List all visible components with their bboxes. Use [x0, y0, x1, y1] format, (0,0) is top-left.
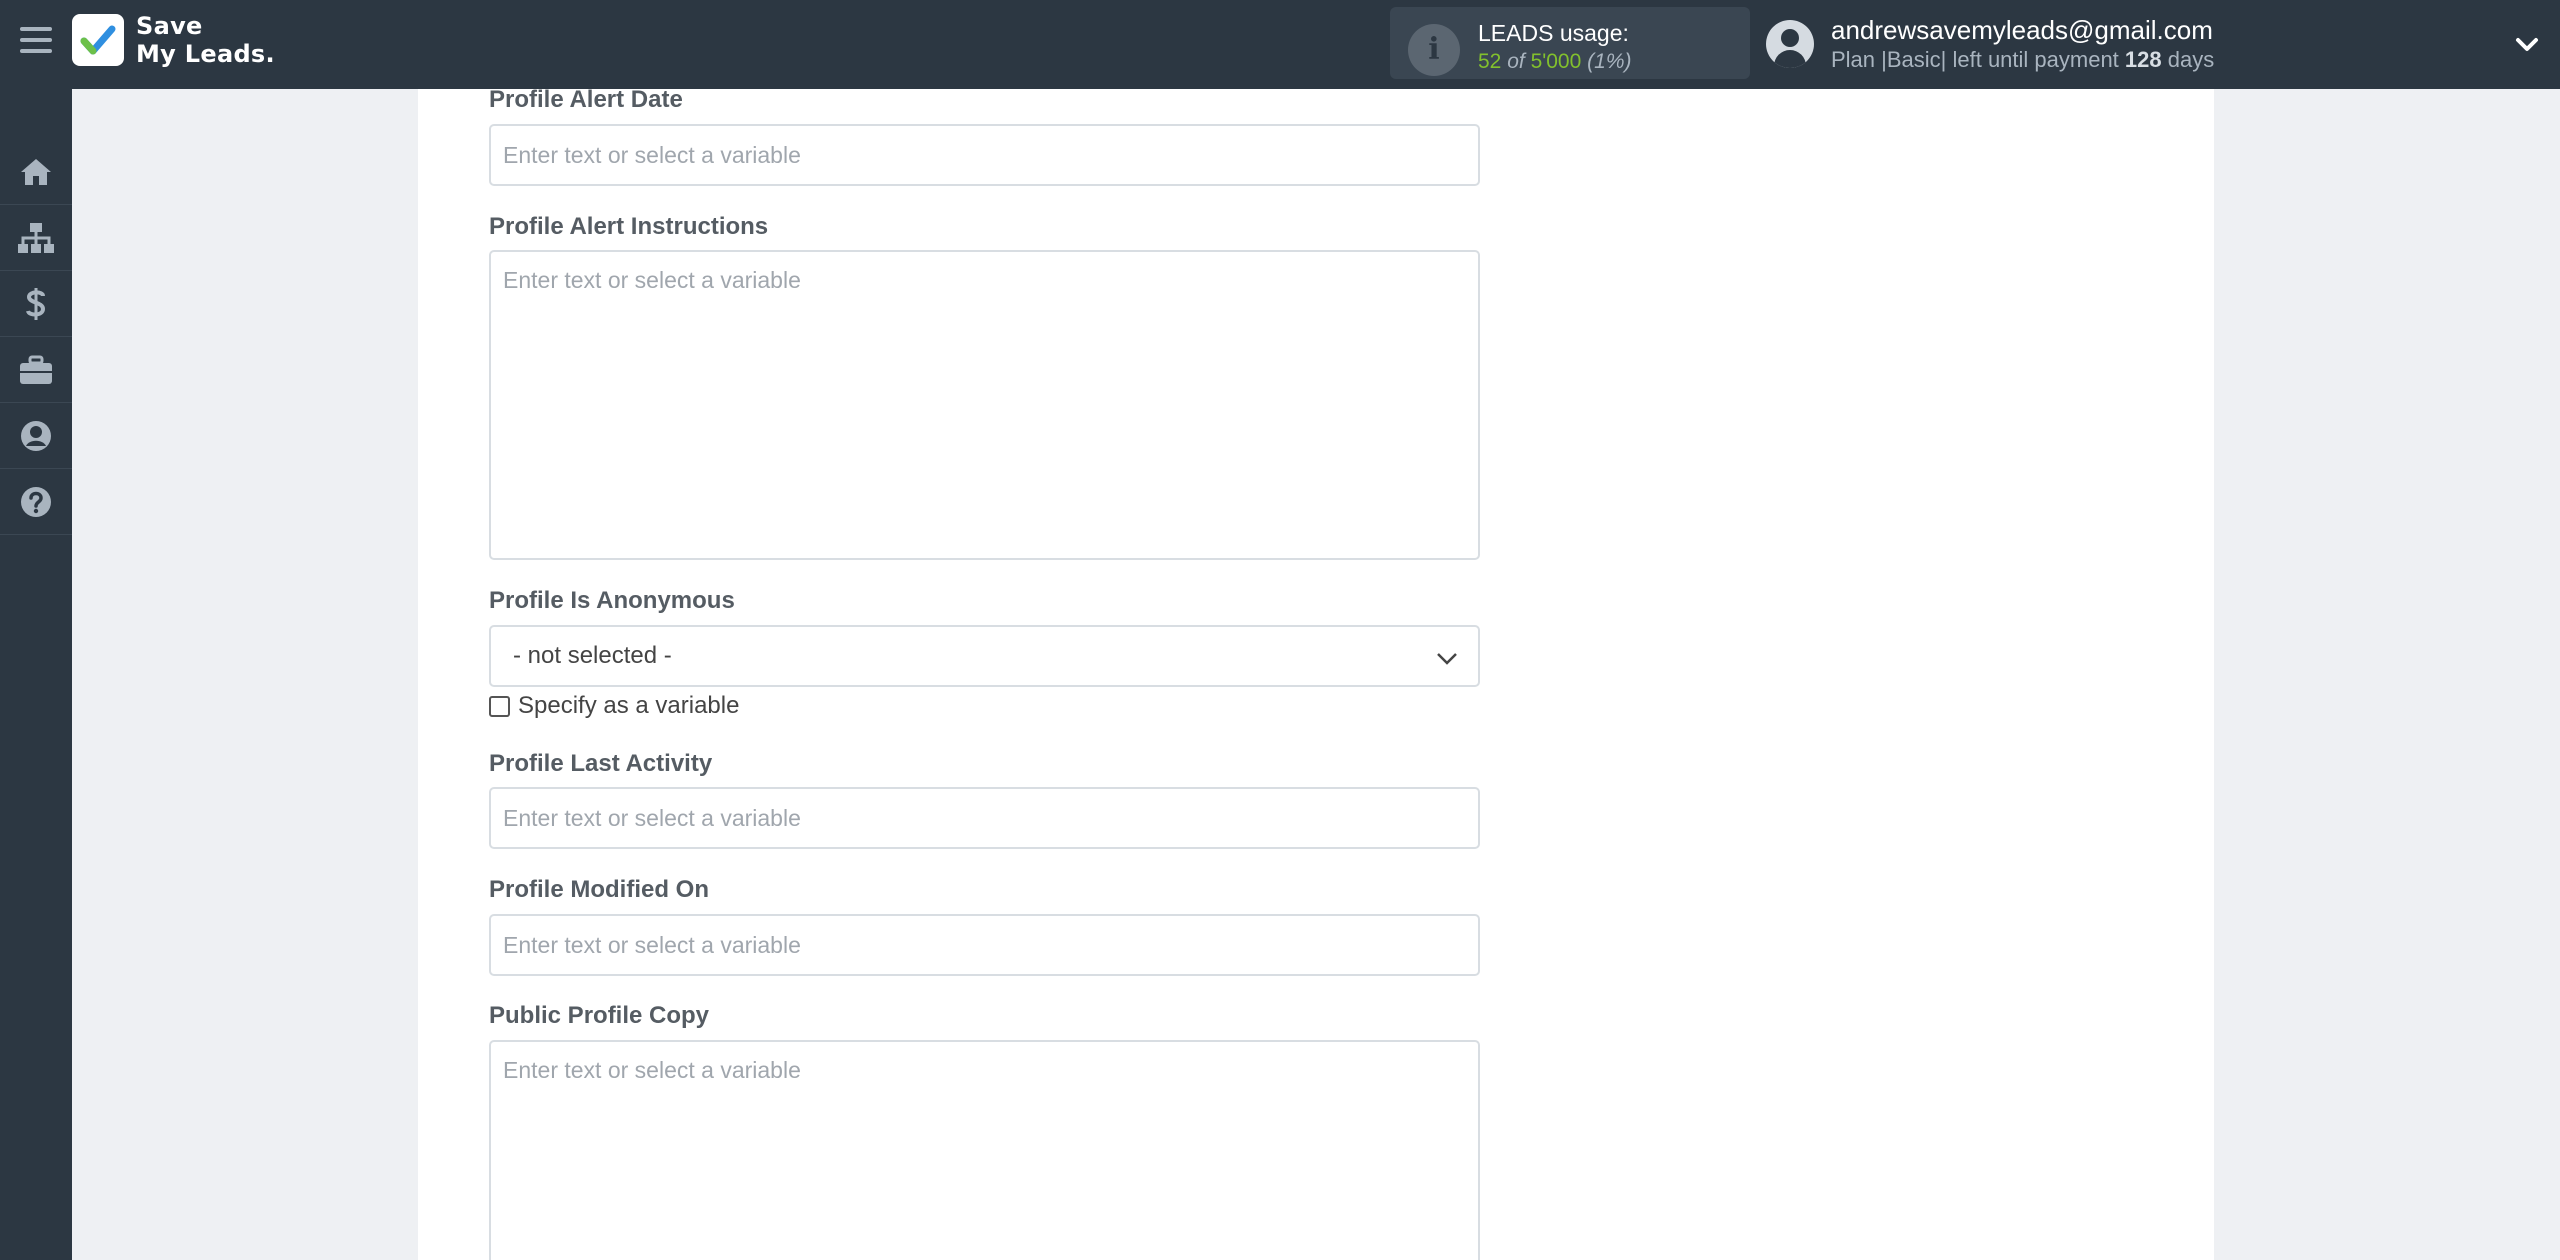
info-icon: i — [1408, 24, 1460, 76]
plan-days-suffix: days — [2161, 47, 2215, 72]
briefcase-icon — [20, 355, 52, 384]
leads-usage-panel: i LEADS usage: 52 of 5'000 (1%) — [1390, 7, 1750, 79]
specify-variable-checkbox[interactable] — [489, 695, 510, 717]
profile-modified-on-input[interactable] — [489, 914, 1480, 976]
profile-is-anonymous-select[interactable]: - not selected - — [489, 625, 1480, 687]
profile-alert-date-label: Profile Alert Date — [489, 86, 683, 113]
sidebar-item-account[interactable] — [0, 403, 72, 469]
sidebar-item-home[interactable] — [0, 139, 72, 205]
question-circle-icon — [21, 486, 51, 517]
chevron-down-icon[interactable] — [2512, 30, 2542, 60]
specify-variable-label[interactable]: Specify as a variable — [518, 692, 739, 720]
specify-variable-row: Specify as a variable — [489, 692, 739, 720]
logo-line-2: My Leads. — [136, 40, 275, 68]
sidebar-item-connections[interactable] — [0, 205, 72, 271]
user-email[interactable]: andrewsavemyleads@gmail.com — [1831, 15, 2213, 46]
profile-alert-instructions-label: Profile Alert Instructions — [489, 213, 769, 240]
user-circle-icon — [21, 420, 51, 451]
usage-title: LEADS usage: — [1478, 20, 1629, 46]
usage-of: of — [1507, 50, 1525, 73]
usage-limit: 5'000 — [1530, 50, 1582, 73]
sidebar-item-billing[interactable] — [0, 271, 72, 337]
public-profile-copy-textarea[interactable] — [489, 1040, 1480, 1260]
profile-modified-on-label: Profile Modified On — [489, 876, 709, 903]
sidebar-item-help[interactable] — [0, 469, 72, 535]
sitemap-icon — [18, 222, 54, 253]
logo-line-1: Save — [136, 12, 203, 40]
top-bar: Save My Leads. i LEADS usage: 52 of 5'00… — [0, 0, 2560, 89]
chevron-down-icon — [1437, 653, 1457, 665]
logo-text[interactable]: Save My Leads. — [136, 12, 275, 68]
profile-last-activity-label: Profile Last Activity — [489, 750, 713, 777]
usage-percent: (1%) — [1587, 50, 1632, 73]
select-value: - not selected - — [513, 642, 672, 669]
logo-icon[interactable] — [72, 14, 124, 66]
sidebar-item-tools[interactable] — [0, 337, 72, 403]
sidebar — [0, 89, 72, 1260]
user-plan: Plan |Basic| left until payment 128 days — [1831, 47, 2214, 73]
profile-alert-instructions-textarea[interactable] — [489, 250, 1480, 560]
public-profile-copy-label: Public Profile Copy — [489, 1002, 710, 1029]
usage-stats: 52 of 5'000 (1%) — [1478, 50, 1631, 74]
profile-is-anonymous-label: Profile Is Anonymous — [489, 587, 735, 614]
usage-used: 52 — [1478, 50, 1502, 73]
profile-alert-date-input[interactable] — [489, 124, 1480, 186]
plan-days: 128 — [2124, 47, 2162, 72]
home-icon — [21, 158, 51, 185]
dollar-icon — [26, 287, 46, 320]
avatar[interactable] — [1766, 20, 1814, 68]
plan-text: Plan |Basic| left until payment — [1831, 47, 2125, 72]
profile-last-activity-input[interactable] — [489, 787, 1480, 849]
menu-icon[interactable] — [20, 27, 52, 59]
